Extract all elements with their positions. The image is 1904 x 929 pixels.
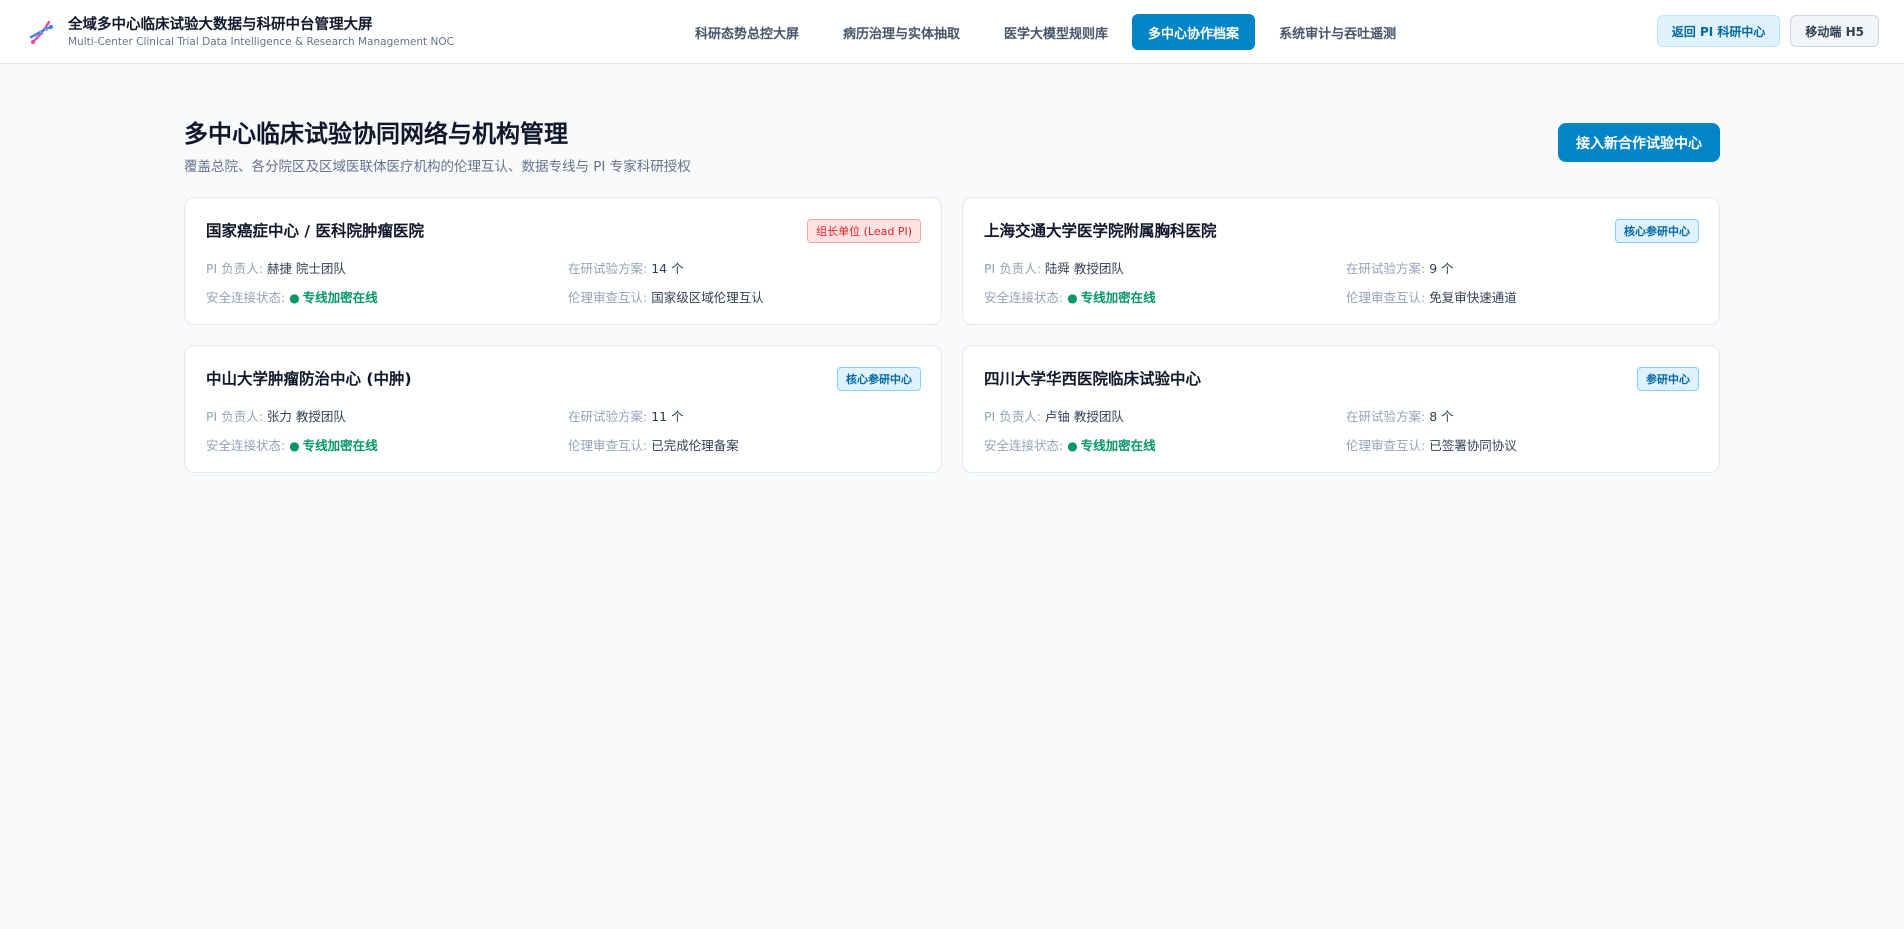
tab-multicenter[interactable]: 多中心协作档案 bbox=[1132, 14, 1256, 50]
top-actions: 返回 PI 科研中心 移动端 H5 bbox=[1656, 15, 1879, 47]
page-title: 多中心临床试验协同网络与机构管理 bbox=[184, 120, 568, 148]
connection-label: 安全连接状态: bbox=[984, 438, 1068, 453]
trials-info: 在研试验方案: 14 个 bbox=[568, 258, 684, 277]
pi-label: PI 负责人: bbox=[984, 261, 1045, 276]
ethics-label: 伦理审查互认: bbox=[1346, 290, 1430, 305]
tab-model-rules[interactable]: 医学大模型规则库 bbox=[984, 14, 1128, 50]
main-nav: 科研态势总控大屏 病历治理与实体抽取 医学大模型规则库 多中心协作档案 系统审计… bbox=[675, 14, 1420, 50]
pi-info: PI 负责人: 赫捷 院士团队 bbox=[206, 258, 346, 277]
trials-label: 在研试验方案: bbox=[1346, 409, 1430, 424]
pi-value: 张力 教授团队 bbox=[266, 409, 346, 424]
connection-value: 专线加密在线 bbox=[302, 438, 378, 453]
ethics-value: 已完成伦理备案 bbox=[651, 438, 739, 453]
dna-helix-icon bbox=[29, 20, 53, 44]
brand-text: 全域多中心临床试验大数据与科研中台管理大屏 Multi-Center Clini… bbox=[68, 15, 454, 49]
trials-value: 11 个 bbox=[651, 409, 684, 424]
trials-label: 在研试验方案: bbox=[568, 261, 652, 276]
pi-value: 陆舜 教授团队 bbox=[1044, 261, 1124, 276]
connection-value: 专线加密在线 bbox=[1080, 290, 1156, 305]
center-role-badge: 核心参研中心 bbox=[837, 367, 921, 391]
connection-info: 安全连接状态: ● 专线加密在线 bbox=[206, 435, 378, 454]
ethics-label: 伦理审查互认: bbox=[568, 290, 652, 305]
connect-new-center-button[interactable]: 接入新合作试验中心 bbox=[1558, 123, 1720, 162]
trials-label: 在研试验方案: bbox=[568, 409, 652, 424]
center-role-badge: 组长单位 (Lead PI) bbox=[807, 219, 921, 243]
tab-overview[interactable]: 科研态势总控大屏 bbox=[675, 14, 819, 50]
page-subtitle: 覆盖总院、各分院区及区域医联体医疗机构的伦理互认、数据专线与 PI 专家科研授权 bbox=[184, 159, 691, 175]
connection-label: 安全连接状态: bbox=[206, 290, 290, 305]
center-role-badge: 参研中心 bbox=[1637, 367, 1699, 391]
status-dot-icon: ● bbox=[289, 291, 300, 305]
app-title: 全域多中心临床试验大数据与科研中台管理大屏 bbox=[68, 17, 373, 33]
connection-label: 安全连接状态: bbox=[206, 438, 290, 453]
trials-info: 在研试验方案: 9 个 bbox=[1346, 258, 1454, 277]
center-name: 中山大学肿瘤防治中心 (中肿) bbox=[206, 370, 412, 388]
trials-info: 在研试验方案: 8 个 bbox=[1346, 406, 1454, 425]
trials-info: 在研试验方案: 11 个 bbox=[568, 406, 684, 425]
pi-label: PI 负责人: bbox=[206, 409, 267, 424]
trials-value: 14 个 bbox=[651, 261, 684, 276]
app-subtitle: Multi-Center Clinical Trial Data Intelli… bbox=[68, 36, 454, 48]
ethics-label: 伦理审查互认: bbox=[1346, 438, 1430, 453]
ethics-value: 国家级区域伦理互认 bbox=[651, 290, 764, 305]
ethics-label: 伦理审查互认: bbox=[568, 438, 652, 453]
pi-info: PI 负责人: 卢铀 教授团队 bbox=[984, 406, 1124, 425]
center-role-badge: 核心参研中心 bbox=[1615, 219, 1699, 243]
ethics-value: 已签署协同协议 bbox=[1429, 438, 1517, 453]
status-dot-icon: ● bbox=[1067, 291, 1078, 305]
center-card[interactable]: 上海交通大学医学院附属胸科医院 核心参研中心 PI 负责人: 陆舜 教授团队 在… bbox=[962, 197, 1720, 325]
mobile-h5-button[interactable]: 移动端 H5 bbox=[1790, 15, 1879, 47]
connection-info: 安全连接状态: ● 专线加密在线 bbox=[984, 287, 1156, 306]
return-pi-center-button[interactable]: 返回 PI 科研中心 bbox=[1656, 15, 1781, 47]
tab-audit-telemetry[interactable]: 系统审计与吞吐遥测 bbox=[1259, 14, 1416, 50]
ethics-info: 伦理审查互认: 已签署协同协议 bbox=[1346, 435, 1517, 454]
status-dot-icon: ● bbox=[289, 439, 300, 453]
ethics-info: 伦理审查互认: 已完成伦理备案 bbox=[568, 435, 739, 454]
connection-info: 安全连接状态: ● 专线加密在线 bbox=[206, 287, 378, 306]
center-name: 国家癌症中心 / 医科院肿瘤医院 bbox=[206, 222, 424, 240]
status-dot-icon: ● bbox=[1067, 439, 1078, 453]
pi-label: PI 负责人: bbox=[984, 409, 1045, 424]
pi-value: 赫捷 院士团队 bbox=[266, 261, 346, 276]
top-bar: 全域多中心临床试验大数据与科研中台管理大屏 Multi-Center Clini… bbox=[0, 0, 1904, 64]
pi-info: PI 负责人: 陆舜 教授团队 bbox=[984, 258, 1124, 277]
pi-value: 卢铀 教授团队 bbox=[1044, 409, 1124, 424]
ethics-value: 免复审快速通道 bbox=[1429, 290, 1517, 305]
pi-label: PI 负责人: bbox=[206, 261, 267, 276]
ethics-info: 伦理审查互认: 国家级区域伦理互认 bbox=[568, 287, 764, 306]
pi-info: PI 负责人: 张力 教授团队 bbox=[206, 406, 346, 425]
connection-value: 专线加密在线 bbox=[302, 290, 378, 305]
trials-value: 9 个 bbox=[1429, 261, 1454, 276]
connection-label: 安全连接状态: bbox=[984, 290, 1068, 305]
center-card[interactable]: 中山大学肿瘤防治中心 (中肿) 核心参研中心 PI 负责人: 张力 教授团队 在… bbox=[184, 345, 942, 473]
center-name: 四川大学华西医院临床试验中心 bbox=[984, 370, 1202, 388]
center-card[interactable]: 国家癌症中心 / 医科院肿瘤医院 组长单位 (Lead PI) PI 负责人: … bbox=[184, 197, 942, 325]
ethics-info: 伦理审查互认: 免复审快速通道 bbox=[1346, 287, 1517, 306]
trials-value: 8 个 bbox=[1429, 409, 1454, 424]
center-name: 上海交通大学医学院附属胸科医院 bbox=[984, 222, 1217, 240]
brand[interactable]: 全域多中心临床试验大数据与科研中台管理大屏 Multi-Center Clini… bbox=[26, 14, 454, 50]
trials-label: 在研试验方案: bbox=[1346, 261, 1430, 276]
tab-record-governance[interactable]: 病历治理与实体抽取 bbox=[823, 14, 980, 50]
center-card[interactable]: 四川大学华西医院临床试验中心 参研中心 PI 负责人: 卢铀 教授团队 在研试验… bbox=[962, 345, 1720, 473]
connection-value: 专线加密在线 bbox=[1080, 438, 1156, 453]
connection-info: 安全连接状态: ● 专线加密在线 bbox=[984, 435, 1156, 454]
